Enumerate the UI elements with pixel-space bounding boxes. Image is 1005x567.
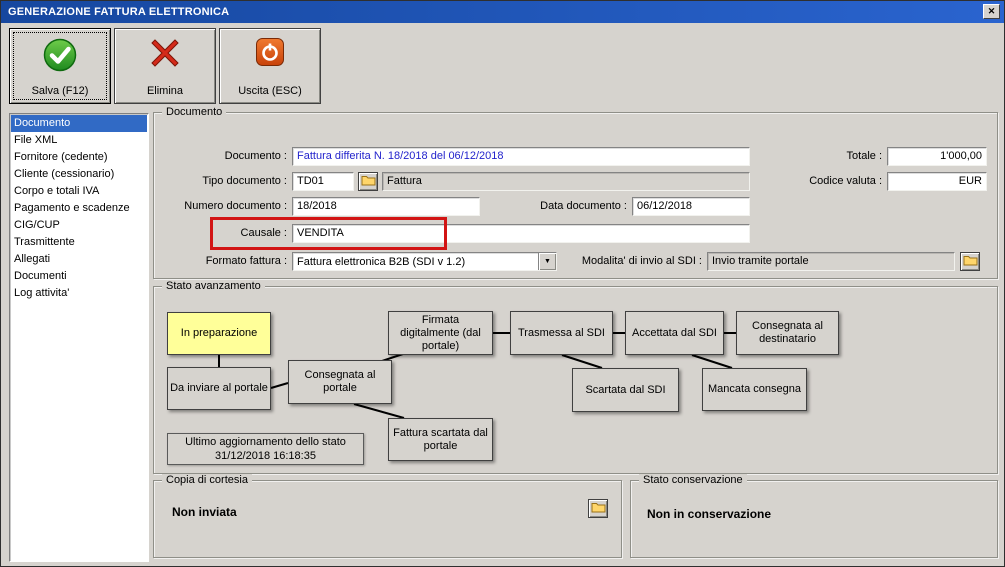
sidebar-item-cig-cup[interactable]: CIG/CUP	[11, 217, 147, 234]
numero-documento-input[interactable]: 18/2018	[292, 197, 480, 216]
window-title: GENERAZIONE FATTURA ELETTRONICA	[8, 6, 230, 18]
exit-power-icon	[255, 37, 285, 70]
sidebar-item-documento[interactable]: Documento	[11, 115, 147, 132]
delete-button-label: Elimina	[146, 85, 184, 97]
totale-input[interactable]: 1'000,00	[887, 147, 987, 166]
stato-conservazione-group: Stato conservazione Non in conservazione	[630, 474, 998, 558]
data-documento-label: Data documento :	[540, 200, 627, 212]
flow-node-firmata-digitalmente: Firmata digitalmente (dal portale)	[388, 311, 493, 355]
stato-conservazione-legend: Stato conservazione	[639, 474, 747, 486]
codice-valuta-input[interactable]: EUR	[887, 172, 987, 191]
folder-icon	[361, 174, 376, 189]
close-icon: ✕	[987, 6, 996, 16]
data-documento-input[interactable]: 06/12/2018	[632, 197, 750, 216]
totale-label: Totale :	[846, 150, 882, 162]
folder-icon	[963, 254, 978, 269]
sidebar-nav: Documento File XML Fornitore (cedente) C…	[9, 113, 149, 562]
documento-input[interactable]: Fattura differita N. 18/2018 del 06/12/2…	[292, 147, 750, 166]
title-bar: GENERAZIONE FATTURA ELETTRONICA	[1, 1, 1004, 23]
flow-last-update-box: Ultimo aggiornamento dello stato 31/12/2…	[167, 433, 364, 465]
tipo-documento-desc-field: Fattura	[382, 172, 750, 191]
chevron-down-icon[interactable]: ▼	[538, 253, 556, 270]
sidebar-item-file-xml[interactable]: File XML	[11, 132, 147, 149]
flow-node-trasmessa-sdi: Trasmessa al SDI	[510, 311, 613, 355]
exit-button[interactable]: Uscita (ESC)	[219, 28, 321, 104]
modalita-invio-browse-button[interactable]	[960, 252, 980, 271]
flow-node-da-inviare-portale: Da inviare al portale	[167, 367, 271, 410]
stato-avanzamento-group: Stato avanzamento In preparazione Firmat…	[153, 280, 998, 474]
save-check-icon	[42, 37, 78, 76]
app-window: GENERAZIONE FATTURA ELETTRONICA ✕ Salva …	[0, 0, 1005, 567]
flow-node-scartata-sdi: Scartata dal SDI	[572, 368, 679, 412]
copia-cortesia-group: Copia di cortesia Non inviata	[153, 474, 622, 558]
flow-node-consegnata-destinatario: Consegnata al destinatario	[736, 311, 839, 355]
copia-cortesia-legend: Copia di cortesia	[162, 474, 252, 486]
modalita-invio-field: Invio tramite portale	[707, 252, 955, 271]
sidebar-item-pagamento[interactable]: Pagamento e scadenze	[11, 200, 147, 217]
formato-fattura-combo[interactable]: Fattura elettronica B2B (SDI v 1.2) ▼	[292, 252, 557, 271]
sidebar-item-trasmittente[interactable]: Trasmittente	[11, 234, 147, 251]
sidebar-item-corpo-iva[interactable]: Corpo e totali IVA	[11, 183, 147, 200]
sidebar-item-log-attivita[interactable]: Log attivita'	[11, 285, 147, 302]
stato-avanzamento-legend: Stato avanzamento	[162, 280, 265, 292]
flow-node-in-preparazione: In preparazione	[167, 312, 271, 355]
exit-button-label: Uscita (ESC)	[238, 85, 302, 97]
flow-node-fattura-scartata-portale: Fattura scartata dal portale	[388, 418, 493, 461]
save-button[interactable]: Salva (F12)	[9, 28, 111, 104]
documento-group-legend: Documento	[162, 106, 227, 118]
modalita-invio-label: Modalita' di invio al SDI :	[581, 255, 702, 267]
codice-valuta-label: Codice valuta :	[809, 175, 882, 187]
flow-last-update-line1: Ultimo aggiornamento dello stato	[185, 436, 346, 448]
copia-cortesia-status: Non inviata	[172, 505, 237, 519]
formato-fattura-value: Fattura elettronica B2B (SDI v 1.2)	[297, 255, 466, 268]
flow-node-accettata-sdi: Accettata dal SDI	[625, 311, 724, 355]
save-button-label: Salva (F12)	[31, 85, 89, 97]
sidebar-item-documenti[interactable]: Documenti	[11, 268, 147, 285]
sidebar-item-cliente[interactable]: Cliente (cessionario)	[11, 166, 147, 183]
flow-node-mancata-consegna: Mancata consegna	[702, 368, 807, 411]
documento-group: Documento Documento : Fattura differita …	[153, 106, 998, 279]
stato-conservazione-status: Non in conservazione	[647, 507, 772, 521]
formato-fattura-label: Formato fattura :	[205, 255, 287, 267]
close-button[interactable]: ✕	[983, 4, 1000, 19]
flow-last-update-line2: 31/12/2018 16:18:35	[215, 450, 316, 462]
tipo-documento-label: Tipo documento :	[202, 175, 287, 187]
delete-button[interactable]: Elimina	[114, 28, 216, 104]
causale-highlight-annotation	[210, 217, 447, 250]
documento-field-label: Documento :	[224, 150, 287, 162]
tipo-documento-browse-button[interactable]	[358, 172, 378, 191]
folder-icon	[591, 501, 606, 516]
sidebar-item-fornitore[interactable]: Fornitore (cedente)	[11, 149, 147, 166]
sidebar-item-allegati[interactable]: Allegati	[11, 251, 147, 268]
flow-node-consegnata-portale: Consegnata al portale	[288, 360, 392, 404]
copia-cortesia-browse-button[interactable]	[588, 499, 608, 518]
numero-documento-label: Numero documento :	[184, 200, 287, 212]
tipo-documento-code-input[interactable]: TD01	[292, 172, 354, 191]
delete-x-icon	[149, 37, 181, 72]
